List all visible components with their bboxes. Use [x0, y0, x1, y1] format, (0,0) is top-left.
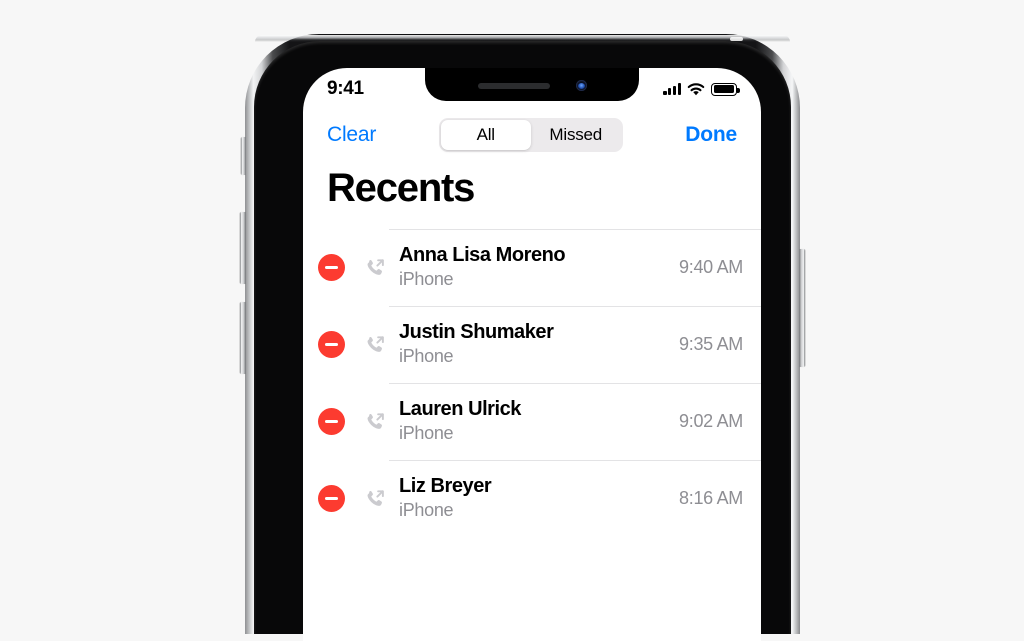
- outgoing-call-icon: [363, 487, 387, 511]
- table-row[interactable]: Liz Breyer iPhone 8:16 AM: [303, 460, 761, 537]
- recents-call-list: Anna Lisa Moreno iPhone 9:40 AM Justin S…: [303, 229, 761, 641]
- outgoing-call-icon: [363, 333, 387, 357]
- call-source: iPhone: [399, 268, 454, 289]
- battery-icon: [711, 82, 740, 96]
- minus-circle-icon[interactable]: [318, 331, 345, 358]
- call-time: 9:02 AM: [679, 411, 743, 431]
- screenshot-canvas: 9:41 Clear All Missed Done Recents Anna …: [0, 0, 1024, 641]
- done-button[interactable]: Done: [685, 123, 737, 147]
- filter-segmented-control[interactable]: All Missed: [438, 118, 623, 152]
- battery-level-fill: [713, 85, 735, 93]
- contact-name: Anna Lisa Moreno: [399, 244, 566, 267]
- iphone-device: 9:41 Clear All Missed Done Recents Anna …: [240, 34, 805, 641]
- outgoing-call-icon: [363, 410, 387, 434]
- device-bezel: 9:41 Clear All Missed Done Recents Anna …: [254, 41, 791, 641]
- page-title: Recents: [327, 166, 475, 210]
- outgoing-call-icon: [363, 256, 387, 280]
- row-text-block: Liz Breyer iPhone: [399, 475, 679, 522]
- call-time: 9:40 AM: [679, 257, 743, 277]
- front-camera-icon: [575, 80, 587, 91]
- ring-silent-switch[interactable]: [241, 137, 246, 175]
- row-separator: [389, 383, 761, 384]
- segment-all[interactable]: All: [440, 120, 531, 150]
- clear-button[interactable]: Clear: [327, 123, 376, 147]
- call-time: 9:35 AM: [679, 334, 743, 354]
- display-notch: [425, 68, 639, 101]
- table-row[interactable]: Lauren Ulrick iPhone 9:02 AM: [303, 383, 761, 460]
- row-text-block: Lauren Ulrick iPhone: [399, 398, 679, 445]
- volume-up-button[interactable]: [240, 212, 246, 284]
- earpiece-speaker-icon: [477, 82, 550, 89]
- table-row[interactable]: Justin Shumaker iPhone 9:35 AM: [303, 306, 761, 383]
- minus-circle-icon[interactable]: [318, 485, 345, 512]
- call-source: iPhone: [399, 499, 454, 520]
- contact-name: Liz Breyer: [399, 475, 492, 498]
- call-source: iPhone: [399, 422, 454, 443]
- side-power-button[interactable]: [799, 249, 805, 367]
- phone-screen: 9:41 Clear All Missed Done Recents Anna …: [303, 68, 761, 641]
- call-source: iPhone: [399, 345, 454, 366]
- row-separator: [389, 306, 761, 307]
- row-separator: [389, 229, 761, 230]
- signal-bars-icon: [663, 83, 681, 95]
- row-separator: [389, 460, 761, 461]
- volume-down-button[interactable]: [240, 302, 246, 374]
- row-text-block: Anna Lisa Moreno iPhone: [399, 244, 679, 291]
- table-row[interactable]: Anna Lisa Moreno iPhone 9:40 AM: [303, 229, 761, 306]
- segment-missed[interactable]: Missed: [531, 120, 621, 150]
- call-time: 8:16 AM: [679, 488, 743, 508]
- contact-name: Lauren Ulrick: [399, 398, 521, 421]
- status-bar-time: 9:41: [327, 78, 364, 99]
- minus-circle-icon[interactable]: [318, 408, 345, 435]
- status-bar-indicators: [663, 82, 740, 96]
- wifi-icon: [687, 82, 705, 95]
- navigation-bar: Clear All Missed Done: [303, 106, 761, 164]
- contact-name: Justin Shumaker: [399, 321, 554, 344]
- minus-circle-icon[interactable]: [318, 254, 345, 281]
- row-text-block: Justin Shumaker iPhone: [399, 321, 679, 368]
